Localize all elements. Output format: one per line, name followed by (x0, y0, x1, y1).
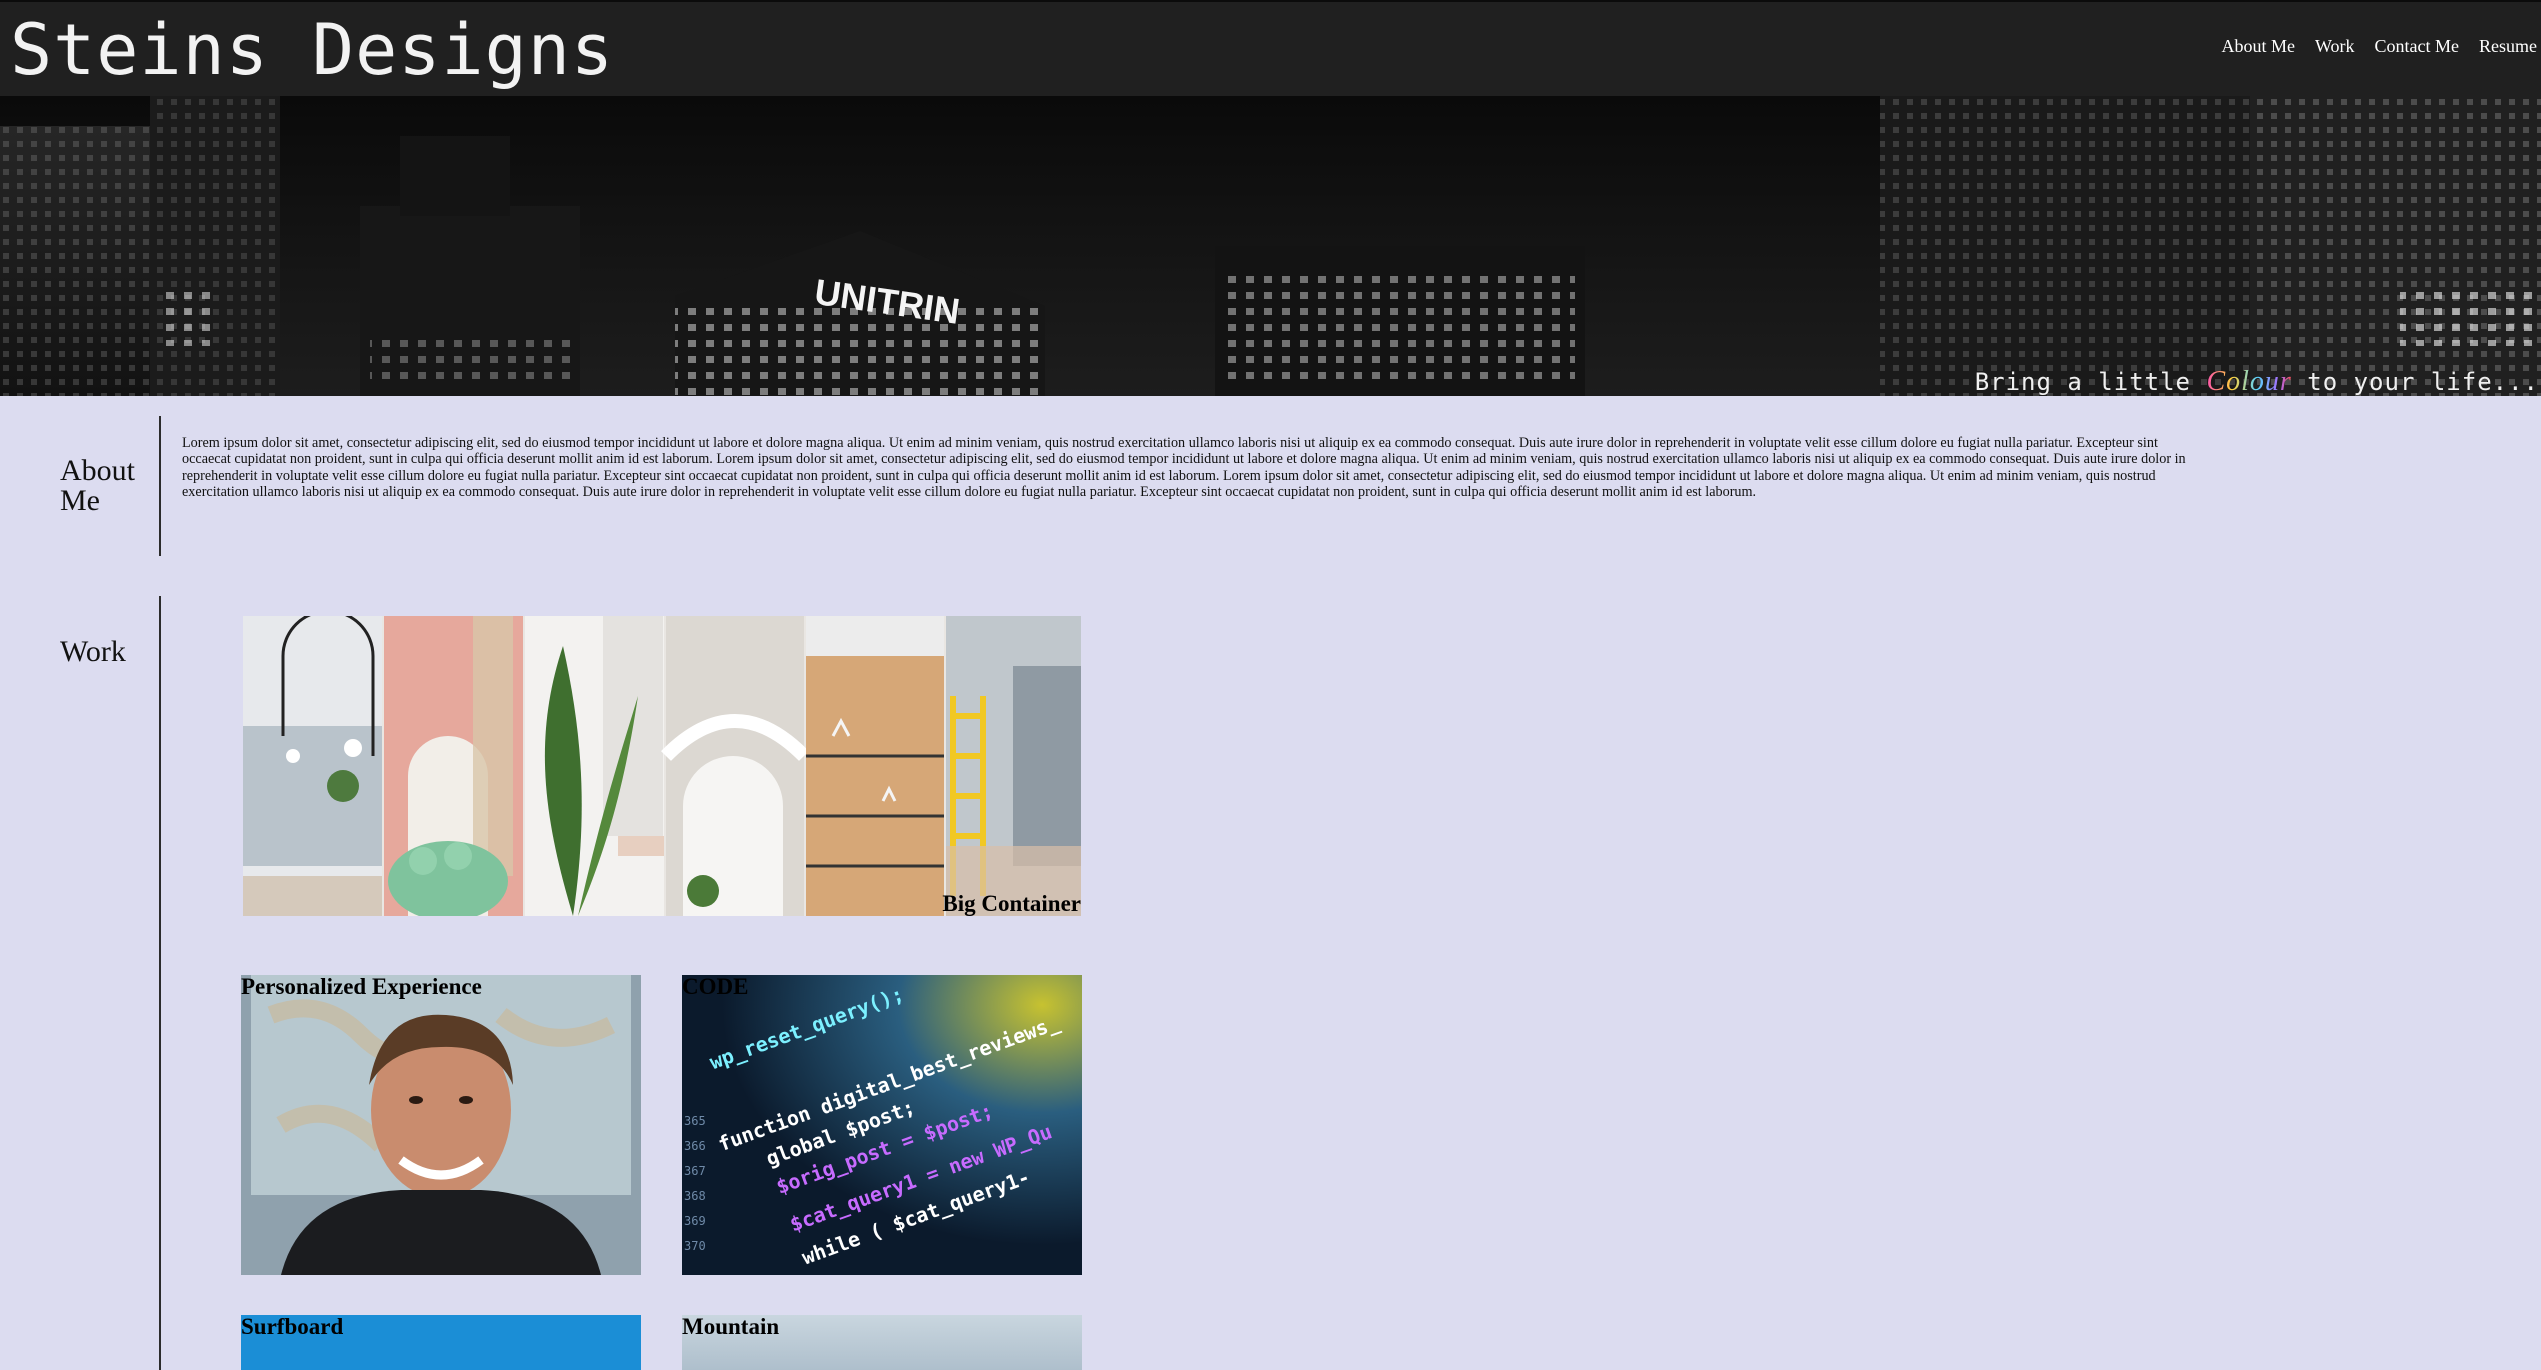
project-card-mountain[interactable]: Mountain (682, 1315, 1082, 1370)
site-header: Steins Designs About Me Work Contact Me … (0, 0, 2541, 96)
svg-text:367: 367 (684, 1164, 706, 1178)
svg-text:370: 370 (684, 1239, 706, 1253)
code-screen-image: wp_reset_query(); function digital_best_… (682, 975, 1082, 1275)
portrait-photo (241, 975, 641, 1275)
project-card-surfboard[interactable]: Surfboard (241, 1315, 641, 1370)
svg-text:365: 365 (684, 1114, 706, 1128)
nav-work[interactable]: Work (2315, 36, 2355, 57)
work-heading: Work (60, 635, 126, 668)
about-me-text: Lorem ipsum dolor sit amet, consectetur … (182, 435, 2186, 500)
main-nav: About Me Work Contact Me Resume (2221, 36, 2537, 57)
svg-text:368: 368 (684, 1189, 706, 1203)
nav-contact-me[interactable]: Contact Me (2375, 36, 2459, 57)
tagline-text-start: Bring a little (1974, 368, 2207, 396)
mountain-title: Mountain (682, 1315, 780, 1339)
tagline-colour-word: Colour (2206, 366, 2292, 396)
project-card-personalized-experience[interactable]: Personalized Experience (241, 975, 641, 1275)
svg-text:366: 366 (684, 1139, 706, 1153)
interior-collage-image (243, 616, 1081, 916)
nav-resume[interactable]: Resume (2479, 36, 2537, 57)
nav-about-me[interactable]: About Me (2221, 36, 2295, 57)
surfboard-title: Surfboard (241, 1315, 344, 1339)
code-title: CODE (682, 975, 749, 999)
hero-banner: UNITRIN Bring a little Colour to your li… (0, 96, 2541, 396)
hero-tagline: Bring a little Colour to your life... (1975, 366, 2539, 396)
project-card-code[interactable]: wp_reset_query(); function digital_best_… (682, 975, 1082, 1275)
svg-text:369: 369 (684, 1214, 706, 1228)
big-container-title: Big Container (942, 891, 1081, 916)
work-divider (159, 596, 161, 1370)
about-divider (159, 416, 161, 556)
city-skyline-image: UNITRIN (0, 96, 2541, 396)
tagline-text-end: to your life... (2291, 368, 2539, 396)
about-me-heading: About Me (60, 454, 135, 517)
project-card-big-container[interactable]: Big Container (243, 616, 1081, 916)
personalized-experience-title: Personalized Experience (241, 975, 482, 999)
site-title[interactable]: Steins Designs (10, 8, 614, 92)
